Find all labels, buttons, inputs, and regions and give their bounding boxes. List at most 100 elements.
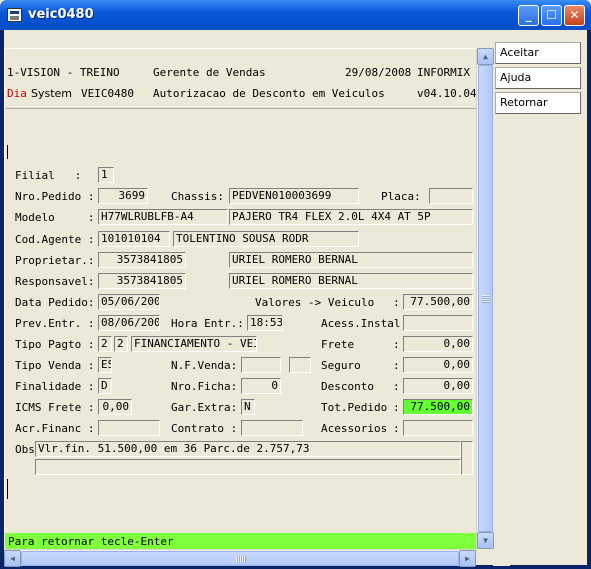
veiculo-field[interactable]: 77.500,00	[403, 294, 473, 310]
chevron-right-icon: ▶	[465, 554, 470, 563]
window-title: veic0480	[28, 7, 94, 22]
scroll-corner	[493, 549, 510, 566]
cod-agente-label: Cod.Agente :	[15, 233, 95, 246]
agente-nome-field[interactable]: TOLENTINO SOUSA RODR	[173, 231, 359, 247]
tipo-pagto-1-field[interactable]: 2	[98, 336, 112, 352]
placa-label: Placa:	[381, 190, 421, 203]
seguro-field[interactable]: 0,00	[403, 357, 473, 373]
version: v04.10.04	[417, 87, 477, 100]
scroll-up-button[interactable]: ▲	[477, 48, 494, 65]
frete-field[interactable]: 0,00	[403, 336, 473, 352]
maximize-button[interactable]: ☐	[541, 5, 562, 26]
database-name: INFORMIX	[417, 66, 470, 79]
filial-field[interactable]: 1	[98, 167, 114, 183]
colon-sep: :	[393, 359, 400, 372]
system-label: System	[31, 87, 73, 100]
acr-financ-field[interactable]	[98, 420, 160, 436]
acessorios-field[interactable]	[403, 420, 473, 436]
nro-ficha-label: Nro.Ficha:	[171, 380, 238, 393]
obs-line1-field[interactable]: Vlr.fin. 51.500,00 em 36 Parc.de 2.757,7…	[35, 441, 461, 457]
close-button[interactable]: ✕	[564, 5, 585, 26]
tipo-pagto-label: Tipo Pagto :	[15, 338, 95, 351]
icms-frete-field[interactable]: 0,00	[98, 399, 132, 415]
scroll-left-button[interactable]: ◀	[4, 550, 21, 567]
chevron-down-icon: ▼	[483, 536, 488, 545]
header-panel: 1-VISION - TREINO Gerente de Vendas 29/0…	[5, 49, 477, 109]
modelo-code-field[interactable]: H77WLRUBLFB-A4	[98, 209, 228, 225]
nf-venda-serie-field[interactable]	[289, 357, 311, 373]
desconto-label: Desconto	[321, 380, 374, 393]
nro-pedido-label: Nro.Pedido :	[15, 190, 95, 203]
seguro-label: Seguro	[321, 359, 361, 372]
grip-icon	[236, 556, 246, 562]
ajuda-button[interactable]: Ajuda	[495, 67, 581, 89]
placa-field[interactable]	[429, 188, 473, 204]
acr-financ-label: Acr.Financ :	[15, 422, 95, 435]
finalidade-field[interactable]: D	[98, 378, 112, 394]
acess-instal-label: Acess.Instal:	[321, 317, 408, 330]
nro-ficha-field[interactable]: 0	[241, 378, 281, 394]
current-date: 29/08/2008	[345, 66, 412, 79]
tipo-venda-field[interactable]: ES	[98, 357, 112, 373]
minimize-button[interactable]: _	[518, 5, 539, 26]
colon-sep: :	[393, 401, 400, 414]
gar-extra-field[interactable]: N	[241, 399, 255, 415]
modelo-desc-field[interactable]: PAJERO TR4 FLEX 2.0L 4X4 AT 5P	[229, 209, 473, 225]
left-marker-bottom	[7, 479, 8, 499]
gar-extra-label: Gar.Extra:	[171, 401, 238, 414]
tipo-pagto-desc-field[interactable]: FINANCIAMENTO - VEIC	[131, 336, 257, 352]
minimize-icon: _	[525, 8, 532, 22]
modelo-label: Modelo :	[15, 211, 95, 224]
proprietario-nome-field[interactable]: URIEL ROMERO BERNAL	[229, 252, 473, 268]
desconto-field[interactable]: 0,00	[403, 378, 473, 394]
dia-label: Dia	[7, 87, 27, 100]
tipo-pagto-2-field[interactable]: 2	[114, 336, 128, 352]
left-marker	[7, 145, 8, 159]
chevron-up-icon: ▲	[483, 52, 488, 61]
title-bar[interactable]: veic0480 _ ☐ ✕	[0, 0, 591, 30]
responsavel-nome-field[interactable]: URIEL ROMERO BERNAL	[229, 273, 473, 289]
colon-sep: :	[393, 422, 400, 435]
program-code: VEIC0480	[81, 87, 134, 100]
app-window: veic0480 _ ☐ ✕ 1-VISION - TREINO Gerente…	[0, 0, 591, 569]
icms-frete-label: ICMS Frete :	[15, 401, 95, 414]
proprietario-id-field[interactable]: 3573841805	[98, 252, 186, 268]
horizontal-scroll-thumb[interactable]	[21, 551, 459, 566]
prev-entr-field[interactable]: 08/06/2008	[98, 315, 160, 331]
prev-entr-label: Prev.Entr. :	[15, 317, 95, 330]
data-pedido-field[interactable]: 05/06/2008	[98, 294, 160, 310]
contrato-field[interactable]	[241, 420, 303, 436]
nro-pedido-field[interactable]: 3699	[98, 188, 148, 204]
tot-pedido-label: Tot.Pedido	[321, 401, 388, 414]
colon-sep: :	[393, 296, 400, 309]
nf-venda-field[interactable]	[241, 357, 281, 373]
scroll-down-button[interactable]: ▼	[477, 532, 494, 549]
filial-label: Filial :	[15, 169, 82, 182]
obs-line2-field[interactable]	[35, 459, 461, 475]
vertical-scrollbar[interactable]: ▲ ▼	[476, 48, 494, 549]
finalidade-label: Finalidade :	[15, 380, 95, 393]
chevron-left-icon: ◀	[10, 554, 15, 563]
responsavel-id-field[interactable]: 3573841805	[98, 273, 186, 289]
grip-icon	[482, 295, 490, 303]
chassis-field[interactable]: PEDVEN010003699	[229, 188, 359, 204]
contrato-label: Contrato :	[171, 422, 238, 435]
scroll-right-button[interactable]: ▶	[459, 550, 476, 567]
terminal-area: 1-VISION - TREINO Gerente de Vendas 29/0…	[4, 48, 477, 551]
vertical-scroll-thumb[interactable]	[478, 65, 493, 532]
veiculo-label: Valores -> Veiculo	[255, 296, 375, 309]
aceitar-button[interactable]: Aceitar	[495, 42, 581, 64]
hora-entr-field[interactable]: 18:53	[247, 315, 283, 331]
retornar-button[interactable]: Retornar	[495, 92, 581, 114]
tot-pedido-field[interactable]: 77.500,00	[403, 399, 473, 415]
company-name: 1-VISION - TREINO	[7, 66, 120, 79]
cod-agente-field[interactable]: 101010104	[98, 231, 170, 247]
close-icon: ✕	[569, 8, 580, 22]
horizontal-scrollbar[interactable]: ◀ ▶	[4, 549, 476, 567]
acess-instal-field[interactable]	[403, 315, 473, 331]
app-icon	[7, 8, 22, 22]
chassis-label: Chassis:	[171, 190, 224, 203]
maximize-icon: ☐	[546, 8, 557, 22]
user-role: Gerente de Vendas	[153, 66, 266, 79]
obs-scroll[interactable]	[461, 441, 473, 475]
